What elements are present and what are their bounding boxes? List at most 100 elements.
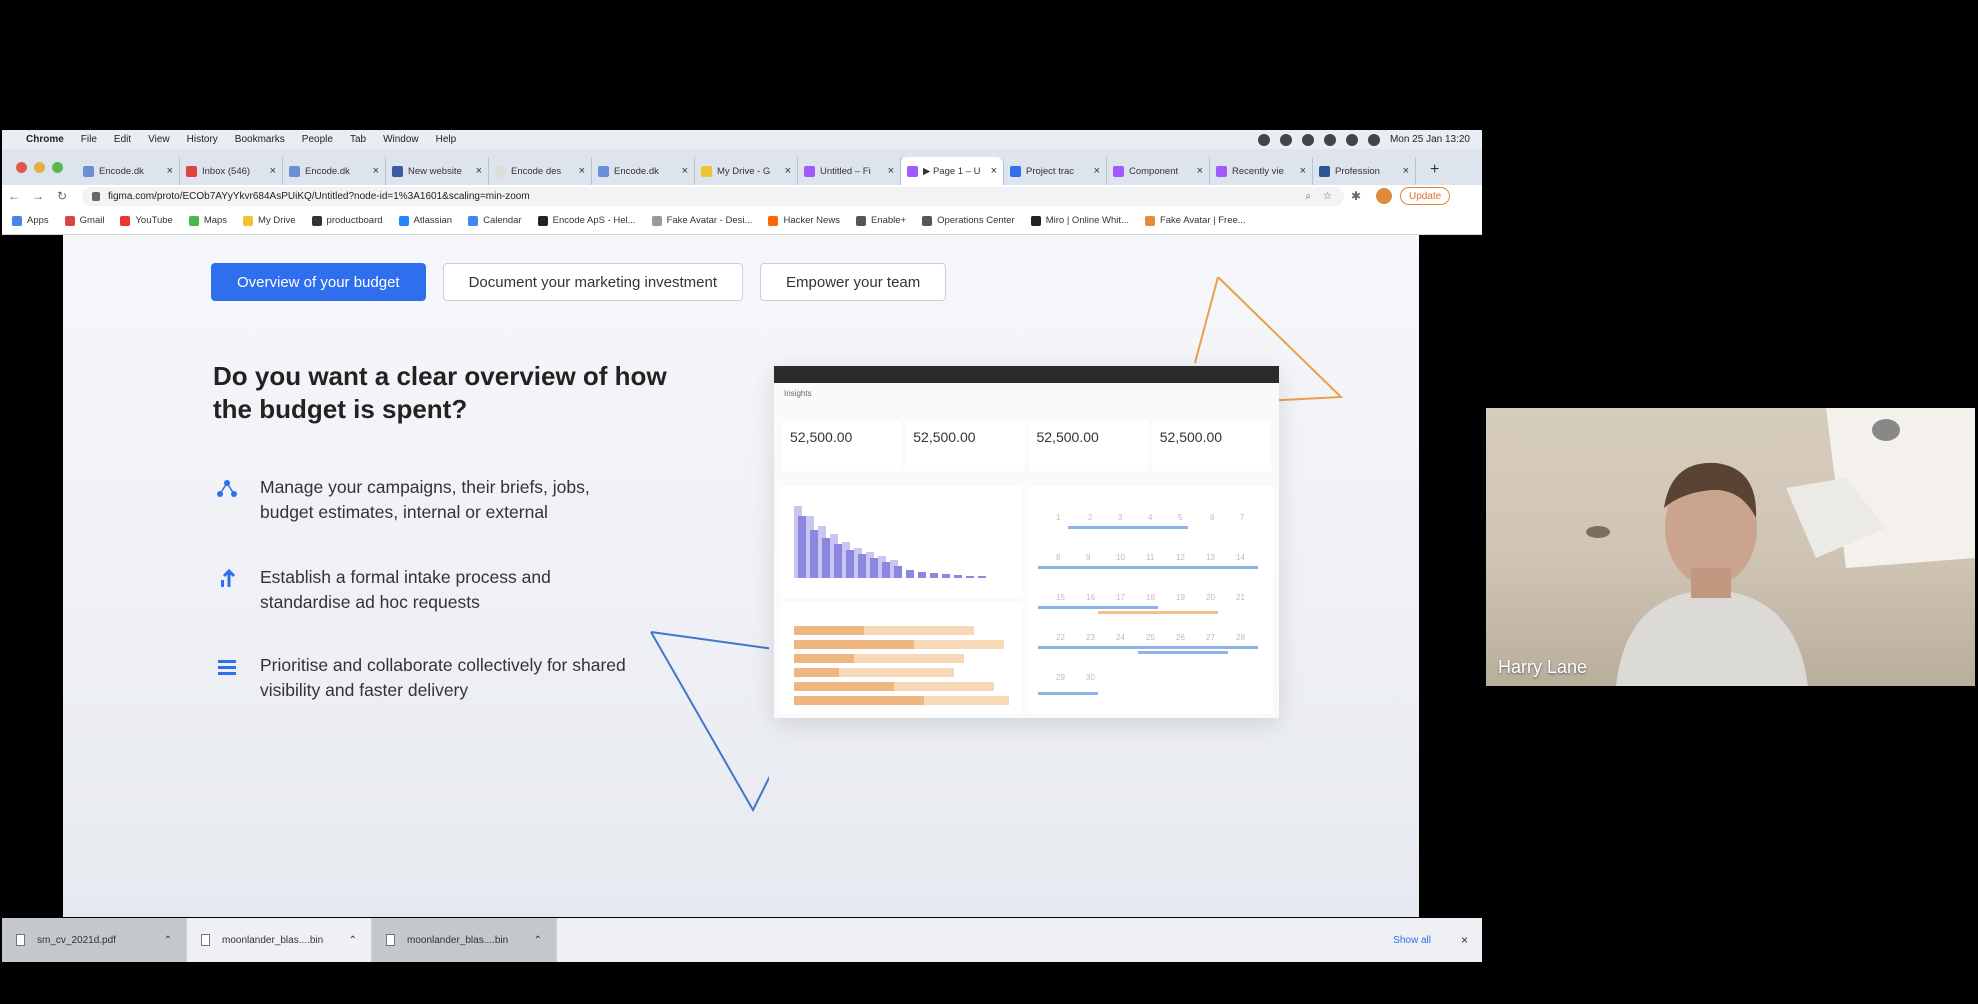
close-tab-icon[interactable]: × [270, 165, 276, 177]
close-tab-icon[interactable]: × [1094, 165, 1100, 177]
bookmark-apps[interactable]: Apps [12, 215, 49, 226]
drive-icon [701, 165, 712, 177]
browser-tab[interactable]: Encode.dk × [592, 157, 695, 185]
favicon-icon [1010, 165, 1021, 177]
url-field[interactable]: figma.com/proto/ECOb7AYyYkvr684AsPUiKQ/U… [82, 186, 1344, 206]
browser-tab[interactable]: Component × [1107, 157, 1210, 185]
reload-icon[interactable]: ↻ [50, 189, 74, 203]
browser-tab-active[interactable]: ▶ Page 1 – U × [901, 157, 1004, 185]
tab-document-marketing[interactable]: Document your marketing investment [442, 263, 744, 301]
menu-view[interactable]: View [148, 134, 170, 145]
bookmark-fake-avatar-free[interactable]: Fake Avatar | Free... [1144, 215, 1246, 226]
browser-tab[interactable]: Profession × [1313, 157, 1416, 185]
close-window-button[interactable] [16, 162, 27, 173]
clock[interactable]: Mon 25 Jan 13:20 [1390, 134, 1470, 145]
menu-tab[interactable]: Tab [350, 134, 366, 145]
close-tab-icon[interactable]: × [785, 165, 791, 177]
menu-history[interactable]: History [187, 134, 218, 145]
browser-tab[interactable]: Untitled – Fi × [798, 157, 901, 185]
feature-item: Establish a formal intake process and st… [215, 565, 635, 615]
chevron-up-icon[interactable]: ⌃ [534, 935, 542, 946]
download-item[interactable]: moonlander_blas....bin ⌃ [187, 918, 372, 962]
menu-people[interactable]: People [302, 134, 333, 145]
status-icon[interactable] [1323, 133, 1336, 146]
bookmark-operations[interactable]: Operations Center [922, 215, 1015, 226]
decorative-triangle-blue [650, 631, 769, 813]
close-icon[interactable]: × [1461, 933, 1468, 947]
chevron-up-icon[interactable]: ⌃ [349, 935, 357, 946]
close-tab-icon[interactable]: × [682, 165, 688, 177]
feature-text: Manage your campaigns, their briefs, job… [260, 477, 590, 522]
status-icon[interactable] [1257, 133, 1270, 146]
menu-help[interactable]: Help [436, 134, 457, 145]
star-icon[interactable]: ☆ [1323, 191, 1332, 202]
browser-tab[interactable]: New website × [386, 157, 489, 185]
close-tab-icon[interactable]: × [476, 165, 482, 177]
browser-tab[interactable]: Project trac × [1004, 157, 1107, 185]
browser-tab[interactable]: Recently vie × [1210, 157, 1313, 185]
video-tile[interactable]: Harry Lane [1486, 408, 1975, 686]
tab-overview-budget[interactable]: Overview of your budget [211, 263, 426, 301]
extensions-icon[interactable]: ✱ [1344, 189, 1368, 203]
maps-icon [188, 215, 199, 226]
close-tab-icon[interactable]: × [1197, 165, 1203, 177]
zoom-window-button[interactable] [52, 162, 63, 173]
bookmark-hacker-news[interactable]: Hacker News [768, 215, 840, 226]
url-text[interactable]: figma.com/proto/ECOb7AYyYkvr684AsPUiKQ/U… [108, 191, 1305, 202]
favicon-icon [83, 165, 94, 177]
close-tab-icon[interactable]: × [1403, 165, 1409, 177]
browser-tab[interactable]: Encode.dk × [77, 157, 180, 185]
bookmark-enable[interactable]: Enable+ [855, 215, 906, 226]
bookmark-productboard[interactable]: productboard [311, 215, 383, 226]
browser-tab[interactable]: Encode.dk × [283, 157, 386, 185]
back-icon[interactable]: ← [2, 189, 26, 203]
bookmark-drive[interactable]: My Drive [243, 215, 296, 226]
bookmark-maps[interactable]: Maps [188, 215, 227, 226]
tab-empower-team[interactable]: Empower your team [760, 263, 947, 301]
browser-tab[interactable]: Encode des × [489, 157, 592, 185]
hbar-graphic [794, 626, 1009, 705]
svg-text:4: 4 [1148, 513, 1153, 522]
download-item[interactable]: moonlander_blas....bin ⌃ [372, 918, 557, 962]
bar-chart-panel [780, 486, 1023, 598]
download-item[interactable]: sm_cv_2021d.pdf ⌃ [2, 918, 187, 962]
apps-icon [12, 215, 22, 226]
close-tab-icon[interactable]: × [991, 165, 997, 177]
menu-window[interactable]: Window [383, 134, 419, 145]
svg-text:28: 28 [1236, 633, 1245, 642]
close-tab-icon[interactable]: × [1300, 165, 1306, 177]
close-tab-icon[interactable]: × [888, 165, 894, 177]
close-tab-icon[interactable]: × [373, 165, 379, 177]
status-icon[interactable] [1301, 133, 1314, 146]
avatar[interactable] [1376, 188, 1392, 204]
status-icon[interactable] [1279, 133, 1292, 146]
bookmark-fake-avatar[interactable]: Fake Avatar - Desi... [651, 215, 752, 226]
bookmark-miro[interactable]: Miro | Online Whit... [1030, 215, 1129, 226]
bookmark-gmail[interactable]: Gmail [64, 215, 104, 226]
new-tab-button[interactable]: + [1430, 161, 1439, 179]
close-tab-icon[interactable]: × [579, 165, 585, 177]
screen: { "menubar": { "app": "Chrome", "items":… [0, 0, 1978, 1004]
lock-icon[interactable] [92, 191, 100, 201]
forward-icon[interactable]: → [26, 189, 50, 203]
bookmark-calendar[interactable]: Calendar [468, 215, 522, 226]
search-icon[interactable] [1367, 133, 1380, 146]
zoom-icon[interactable]: ⌕ [1305, 191, 1311, 202]
menu-file[interactable]: File [81, 134, 97, 145]
chevron-up-icon[interactable]: ⌃ [164, 935, 172, 946]
bookmark-youtube[interactable]: YouTube [120, 215, 173, 226]
menu-app[interactable]: Chrome [26, 134, 64, 145]
bookmark-atlassian[interactable]: Atlassian [398, 215, 452, 226]
close-tab-icon[interactable]: × [167, 165, 173, 177]
wifi-icon[interactable] [1345, 133, 1358, 146]
bookmark-encode[interactable]: Encode ApS - Hel... [537, 215, 636, 226]
minimize-window-button[interactable] [34, 162, 45, 173]
show-all-link[interactable]: Show all [1393, 935, 1431, 946]
drive-icon [243, 215, 254, 226]
browser-tab[interactable]: My Drive - G × [695, 157, 798, 185]
menu-bookmarks[interactable]: Bookmarks [235, 134, 285, 145]
browser-tab[interactable]: Inbox (546) × [180, 157, 283, 185]
hbar-panel [780, 602, 1023, 714]
menu-edit[interactable]: Edit [114, 134, 131, 145]
update-button[interactable]: Update [1400, 187, 1451, 205]
